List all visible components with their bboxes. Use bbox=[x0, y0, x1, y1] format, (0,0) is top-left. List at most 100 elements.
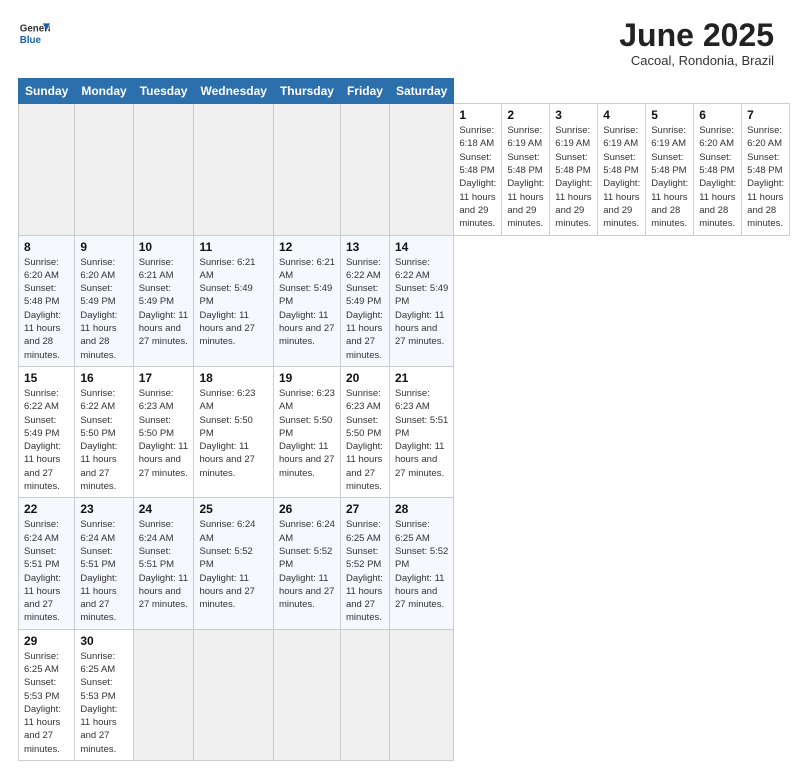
sunset-text: Sunset: 5:49 PM bbox=[279, 283, 332, 307]
logo: General Blue bbox=[18, 18, 50, 50]
table-row: 1 Sunrise: 6:18 AM Sunset: 5:48 PM Dayli… bbox=[454, 104, 502, 235]
table-row bbox=[133, 629, 194, 760]
calendar-table: Sunday Monday Tuesday Wednesday Thursday… bbox=[18, 78, 790, 761]
calendar-week-row: 1 Sunrise: 6:18 AM Sunset: 5:48 PM Dayli… bbox=[19, 104, 790, 235]
table-row: 4 Sunrise: 6:19 AM Sunset: 5:48 PM Dayli… bbox=[598, 104, 646, 235]
col-thursday: Thursday bbox=[273, 79, 340, 104]
daylight-text: Daylight: 11 hours and 27 minutes. bbox=[346, 310, 383, 361]
sunset-text: Sunset: 5:48 PM bbox=[603, 152, 638, 176]
daylight-text: Daylight: 11 hours and 27 minutes. bbox=[279, 573, 334, 611]
sunrise-text: Sunrise: 6:19 AM bbox=[603, 125, 638, 149]
table-row: 28 Sunrise: 6:25 AM Sunset: 5:52 PM Dayl… bbox=[389, 498, 453, 629]
title-block: June 2025 Cacoal, Rondonia, Brazil bbox=[619, 18, 774, 68]
sunrise-text: Sunrise: 6:23 AM bbox=[346, 388, 381, 412]
day-number: 26 bbox=[279, 502, 335, 516]
day-number: 6 bbox=[699, 108, 736, 122]
col-saturday: Saturday bbox=[389, 79, 453, 104]
sunrise-text: Sunrise: 6:21 AM bbox=[279, 257, 335, 281]
table-row: 9 Sunrise: 6:20 AM Sunset: 5:49 PM Dayli… bbox=[75, 235, 133, 366]
daylight-text: Daylight: 11 hours and 29 minutes. bbox=[555, 178, 592, 229]
day-number: 8 bbox=[24, 240, 69, 254]
sunset-text: Sunset: 5:49 PM bbox=[24, 415, 59, 439]
table-row: 18 Sunrise: 6:23 AM Sunset: 5:50 PM Dayl… bbox=[194, 366, 273, 497]
table-row: 17 Sunrise: 6:23 AM Sunset: 5:50 PM Dayl… bbox=[133, 366, 194, 497]
day-number: 1 bbox=[459, 108, 496, 122]
table-row: 16 Sunrise: 6:22 AM Sunset: 5:50 PM Dayl… bbox=[75, 366, 133, 497]
table-row: 3 Sunrise: 6:19 AM Sunset: 5:48 PM Dayli… bbox=[550, 104, 598, 235]
day-number: 5 bbox=[651, 108, 688, 122]
day-number: 7 bbox=[747, 108, 784, 122]
col-wednesday: Wednesday bbox=[194, 79, 273, 104]
day-info: Sunrise: 6:24 AM Sunset: 5:51 PM Dayligh… bbox=[24, 518, 69, 624]
sunset-text: Sunset: 5:50 PM bbox=[346, 415, 381, 439]
day-info: Sunrise: 6:24 AM Sunset: 5:52 PM Dayligh… bbox=[279, 518, 335, 611]
day-info: Sunrise: 6:20 AM Sunset: 5:48 PM Dayligh… bbox=[747, 124, 784, 230]
calendar-header-row: Sunday Monday Tuesday Wednesday Thursday… bbox=[19, 79, 790, 104]
table-row: 11 Sunrise: 6:21 AM Sunset: 5:49 PM Dayl… bbox=[194, 235, 273, 366]
col-friday: Friday bbox=[340, 79, 389, 104]
day-number: 30 bbox=[80, 634, 127, 648]
daylight-text: Daylight: 11 hours and 29 minutes. bbox=[507, 178, 544, 229]
daylight-text: Daylight: 11 hours and 28 minutes. bbox=[24, 310, 61, 361]
day-number: 10 bbox=[139, 240, 189, 254]
daylight-text: Daylight: 11 hours and 27 minutes. bbox=[279, 441, 334, 479]
sunrise-text: Sunrise: 6:23 AM bbox=[279, 388, 335, 412]
day-number: 19 bbox=[279, 371, 335, 385]
day-number: 13 bbox=[346, 240, 384, 254]
table-row bbox=[133, 104, 194, 235]
calendar-week-row: 22 Sunrise: 6:24 AM Sunset: 5:51 PM Dayl… bbox=[19, 498, 790, 629]
sunset-text: Sunset: 5:51 PM bbox=[395, 415, 448, 439]
table-row: 14 Sunrise: 6:22 AM Sunset: 5:49 PM Dayl… bbox=[389, 235, 453, 366]
sunset-text: Sunset: 5:50 PM bbox=[139, 415, 174, 439]
day-info: Sunrise: 6:22 AM Sunset: 5:49 PM Dayligh… bbox=[346, 256, 384, 362]
table-row bbox=[194, 629, 273, 760]
sunrise-text: Sunrise: 6:19 AM bbox=[507, 125, 542, 149]
generalblue-logo-icon: General Blue bbox=[18, 18, 50, 50]
sunset-text: Sunset: 5:50 PM bbox=[199, 415, 252, 439]
sunrise-text: Sunrise: 6:18 AM bbox=[459, 125, 494, 149]
daylight-text: Daylight: 11 hours and 27 minutes. bbox=[395, 310, 444, 348]
day-number: 25 bbox=[199, 502, 267, 516]
table-row: 10 Sunrise: 6:21 AM Sunset: 5:49 PM Dayl… bbox=[133, 235, 194, 366]
sunset-text: Sunset: 5:49 PM bbox=[139, 283, 174, 307]
daylight-text: Daylight: 11 hours and 27 minutes. bbox=[24, 704, 61, 755]
daylight-text: Daylight: 11 hours and 27 minutes. bbox=[346, 441, 383, 492]
col-tuesday: Tuesday bbox=[133, 79, 194, 104]
table-row: 27 Sunrise: 6:25 AM Sunset: 5:52 PM Dayl… bbox=[340, 498, 389, 629]
table-row: 26 Sunrise: 6:24 AM Sunset: 5:52 PM Dayl… bbox=[273, 498, 340, 629]
sunset-text: Sunset: 5:51 PM bbox=[24, 546, 59, 570]
location: Cacoal, Rondonia, Brazil bbox=[619, 53, 774, 68]
daylight-text: Daylight: 11 hours and 28 minutes. bbox=[80, 310, 117, 361]
sunset-text: Sunset: 5:49 PM bbox=[80, 283, 115, 307]
table-row bbox=[273, 104, 340, 235]
table-row: 24 Sunrise: 6:24 AM Sunset: 5:51 PM Dayl… bbox=[133, 498, 194, 629]
day-number: 17 bbox=[139, 371, 189, 385]
daylight-text: Daylight: 11 hours and 27 minutes. bbox=[139, 573, 188, 611]
day-info: Sunrise: 6:22 AM Sunset: 5:49 PM Dayligh… bbox=[24, 387, 69, 493]
sunset-text: Sunset: 5:48 PM bbox=[555, 152, 590, 176]
table-row: 8 Sunrise: 6:20 AM Sunset: 5:48 PM Dayli… bbox=[19, 235, 75, 366]
table-row bbox=[340, 629, 389, 760]
table-row: 22 Sunrise: 6:24 AM Sunset: 5:51 PM Dayl… bbox=[19, 498, 75, 629]
day-info: Sunrise: 6:23 AM Sunset: 5:50 PM Dayligh… bbox=[139, 387, 189, 480]
sunrise-text: Sunrise: 6:25 AM bbox=[395, 519, 430, 543]
sunrise-text: Sunrise: 6:24 AM bbox=[139, 519, 174, 543]
day-info: Sunrise: 6:24 AM Sunset: 5:51 PM Dayligh… bbox=[80, 518, 127, 624]
day-info: Sunrise: 6:18 AM Sunset: 5:48 PM Dayligh… bbox=[459, 124, 496, 230]
day-info: Sunrise: 6:25 AM Sunset: 5:53 PM Dayligh… bbox=[24, 650, 69, 756]
sunrise-text: Sunrise: 6:25 AM bbox=[24, 651, 59, 675]
sunset-text: Sunset: 5:48 PM bbox=[459, 152, 494, 176]
sunset-text: Sunset: 5:53 PM bbox=[80, 677, 115, 701]
table-row: 7 Sunrise: 6:20 AM Sunset: 5:48 PM Dayli… bbox=[742, 104, 790, 235]
table-row: 20 Sunrise: 6:23 AM Sunset: 5:50 PM Dayl… bbox=[340, 366, 389, 497]
sunrise-text: Sunrise: 6:21 AM bbox=[139, 257, 174, 281]
day-info: Sunrise: 6:23 AM Sunset: 5:51 PM Dayligh… bbox=[395, 387, 448, 480]
sunset-text: Sunset: 5:51 PM bbox=[139, 546, 174, 570]
daylight-text: Daylight: 11 hours and 27 minutes. bbox=[279, 310, 334, 348]
sunrise-text: Sunrise: 6:24 AM bbox=[199, 519, 255, 543]
table-row: 2 Sunrise: 6:19 AM Sunset: 5:48 PM Dayli… bbox=[502, 104, 550, 235]
day-number: 3 bbox=[555, 108, 592, 122]
calendar-week-row: 15 Sunrise: 6:22 AM Sunset: 5:49 PM Dayl… bbox=[19, 366, 790, 497]
day-number: 14 bbox=[395, 240, 448, 254]
day-info: Sunrise: 6:22 AM Sunset: 5:49 PM Dayligh… bbox=[395, 256, 448, 349]
